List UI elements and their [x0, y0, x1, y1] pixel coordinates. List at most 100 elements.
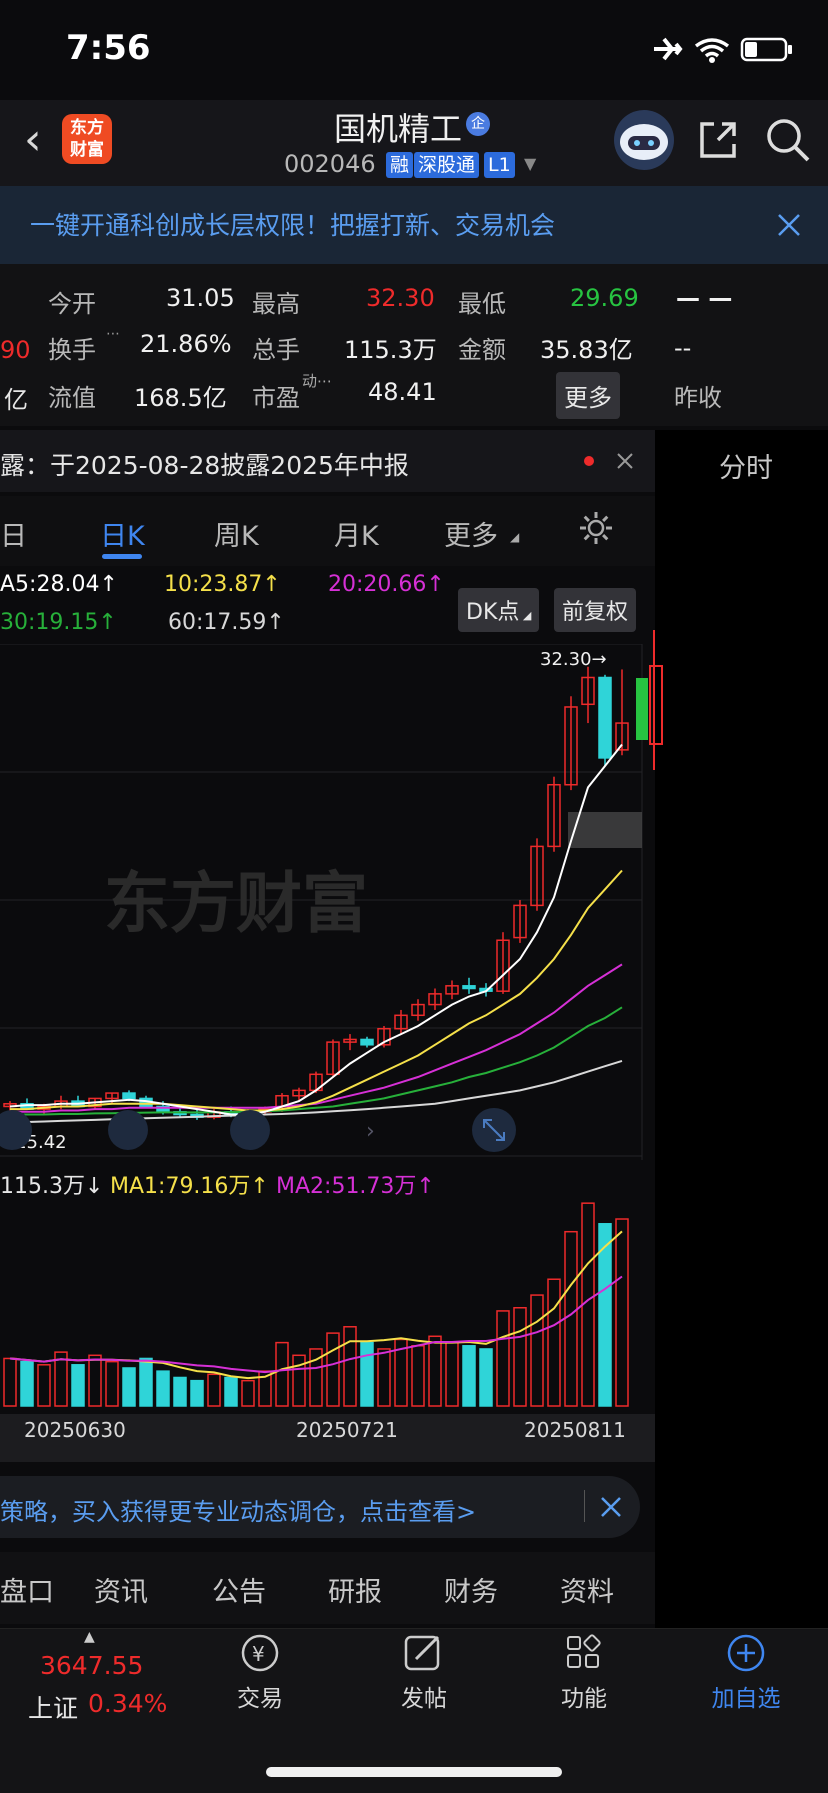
volume-bar — [20, 1360, 34, 1407]
divider — [584, 1490, 585, 1522]
share-icon[interactable] — [696, 118, 740, 162]
home-indicator — [266, 1767, 562, 1777]
promo-banner[interactable]: 一键开通科创成长层权限！把握打新、交易机会 — [0, 186, 828, 264]
quote-panel: 90 亿 今开 31.05 最高 32.30 最低 29.69 换手 ⋯ 21.… — [0, 264, 828, 426]
chevron-right-icon[interactable]: › — [366, 1119, 375, 1144]
high-value: 32.30 — [366, 284, 435, 312]
index-change[interactable]: 0.34% — [88, 1689, 167, 1718]
caret-up-icon: ▲ — [84, 1629, 95, 1645]
tab-day-partial[interactable]: 日 — [0, 514, 27, 553]
index-value[interactable]: 3647.55 — [40, 1651, 143, 1680]
volume-bar — [513, 1307, 527, 1407]
trade-yen-icon: ¥ — [241, 1634, 279, 1672]
info-subtabs: 盘口 资讯 公告 研报 财务 资料 — [0, 1552, 655, 1624]
volume-ma1-line — [9, 1230, 623, 1380]
subtab-orderbook[interactable]: 盘口 — [0, 1570, 54, 1609]
dropdown-icon[interactable]: ▼ — [524, 154, 536, 173]
intraday-candle — [649, 665, 663, 745]
back-icon[interactable]: ‹ — [24, 114, 42, 165]
subtab-profile[interactable]: 资料 — [560, 1570, 614, 1609]
nav-circle[interactable] — [230, 1110, 270, 1150]
intraday-mini-candles — [636, 630, 663, 770]
x-tick-label: 20250811 — [524, 1418, 626, 1442]
tab-more[interactable]: 更多 — [444, 514, 498, 553]
stock-name: 国机精工 — [334, 110, 463, 148]
left-partial-unit: 亿 — [4, 386, 28, 414]
index-name[interactable]: 上证 — [28, 1689, 78, 1725]
subtab-finance[interactable]: 财务 — [444, 1570, 498, 1609]
right-mid-value: -- — [674, 334, 692, 362]
watermark: 东方财富 — [104, 865, 368, 942]
tab-day-k[interactable]: 日K — [100, 514, 145, 553]
more-corner-icon: ◢ — [510, 530, 520, 544]
ma60-legend: 60:17.59↑ — [168, 610, 285, 635]
ma30-line — [10, 1006, 623, 1116]
strategy-ad-text: 策略，买入获得更专业动态调仓，点击查看> — [0, 1498, 477, 1526]
tab-month-k[interactable]: 月K — [334, 514, 379, 553]
eastmoney-logo[interactable]: 东方 财富 — [62, 114, 112, 164]
candle-body — [122, 1092, 136, 1100]
nav-circle[interactable] — [108, 1110, 148, 1150]
level-tag: L1 — [484, 152, 515, 178]
float-cap-label: 流值 — [48, 384, 96, 412]
volume-bar — [496, 1310, 510, 1407]
subtab-research[interactable]: 研报 — [328, 1570, 382, 1609]
volume-bar — [105, 1360, 119, 1407]
volume-bar — [377, 1348, 391, 1407]
x-tick-label: 20250721 — [296, 1418, 398, 1442]
search-icon[interactable] — [764, 116, 812, 164]
volume-bar — [173, 1376, 187, 1407]
wifi-icon — [694, 38, 730, 58]
nav-add-watchlist[interactable]: 加自选 — [706, 1631, 786, 1713]
status-bar: 7:56 — [0, 0, 828, 100]
volume-bar — [445, 1341, 459, 1407]
subtab-news[interactable]: 资讯 — [94, 1570, 148, 1609]
volume-bar — [139, 1357, 153, 1407]
turnover-value: 21.86% — [140, 330, 232, 358]
disclosure-text: 露：于2025-08-28披露2025年中报 — [0, 451, 409, 480]
volume-bar — [564, 1230, 578, 1407]
svg-text:¥: ¥ — [252, 1642, 265, 1666]
volume-bar — [37, 1364, 51, 1407]
more-button[interactable]: 更多 — [556, 372, 620, 419]
low-label: 最低 — [458, 290, 506, 318]
margin-tag: 融 — [386, 152, 414, 178]
dk-point-button[interactable]: DK点 ◢ — [458, 588, 540, 632]
turnover-label: 换手 — [48, 336, 96, 364]
promo-banner-text: 一键开通科创成长层权限！把握打新、交易机会 — [30, 211, 556, 240]
pe-label: 市盈 — [252, 384, 300, 412]
candlestick-chart[interactable]: 东方财富 32.30→ ←15.42 › — [0, 644, 828, 1164]
volume-bar — [207, 1373, 221, 1407]
volume-value: 115.3万 — [344, 336, 437, 364]
post-edit-icon — [404, 1635, 440, 1671]
settings-gear-icon[interactable] — [578, 510, 614, 546]
volume-bar — [71, 1364, 85, 1407]
disclosure-notice[interactable]: 露：于2025-08-28披露2025年中报 — [0, 430, 655, 492]
volume-bar — [428, 1335, 442, 1407]
strategy-ad[interactable]: 策略，买入获得更专业动态调仓，点击查看> — [0, 1476, 640, 1538]
amount-label: 金额 — [458, 336, 506, 364]
subtab-announcements[interactable]: 公告 — [212, 1570, 266, 1609]
prev-close-label: 昨收 — [674, 384, 722, 412]
right-top-value: — — — [676, 284, 733, 312]
close-icon[interactable] — [616, 452, 634, 470]
info-icon[interactable]: ⋯ — [106, 326, 120, 342]
volume-chart: 20250630 20250721 20250811 — [0, 1202, 655, 1462]
tab-week-k[interactable]: 周K — [214, 514, 259, 553]
candle-body — [360, 1038, 374, 1046]
intraday-label[interactable]: 分时 — [719, 446, 773, 485]
nav-functions[interactable]: 功能 — [554, 1631, 614, 1713]
left-partial-value: 90 — [0, 336, 31, 364]
volume-bar — [275, 1341, 289, 1407]
close-icon[interactable] — [600, 1496, 622, 1518]
close-icon[interactable] — [776, 212, 802, 238]
high-label: 最高 — [252, 290, 300, 318]
unread-dot — [584, 456, 594, 466]
assistant-avatar-icon[interactable] — [612, 108, 676, 172]
bottom-nav: ▲ 3647.55 上证 0.34% ¥ 交易 发帖 功能 加自选 — [0, 1628, 828, 1793]
clock: 7:56 — [66, 28, 151, 68]
nav-trade[interactable]: ¥ 交易 — [230, 1631, 290, 1713]
airplane-icon — [654, 37, 683, 61]
volume-ma2-line — [9, 1275, 623, 1374]
nav-post[interactable]: 发帖 — [394, 1631, 454, 1713]
